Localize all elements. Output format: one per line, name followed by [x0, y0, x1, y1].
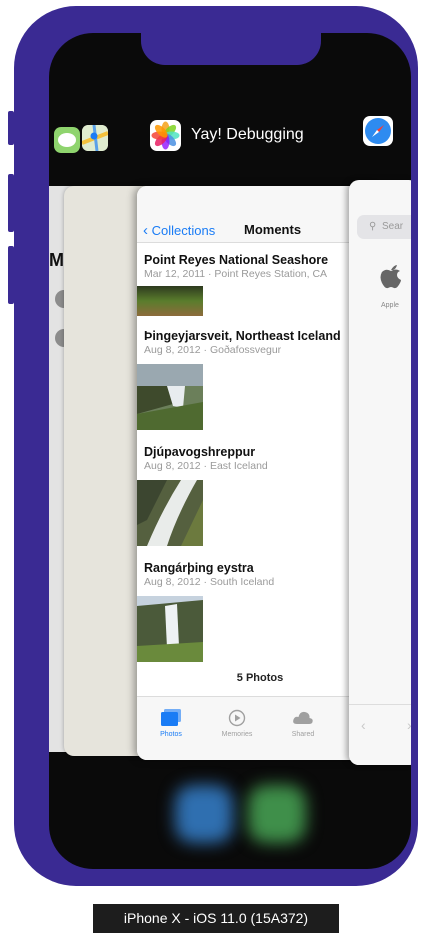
list-item[interactable]: Djúpavogshreppur Aug 8, 2012 · East Icel… [144, 445, 376, 472]
shared-cloud-icon [292, 709, 314, 727]
device-caption: iPhone X - iOS 11.0 (15A372) [93, 904, 339, 933]
safari-app-icon[interactable] [363, 116, 393, 146]
photo-thumbnail[interactable] [137, 286, 203, 316]
tab-shared[interactable]: Shared [273, 709, 333, 738]
maps-app-icon[interactable] [81, 124, 109, 152]
favorite-label: Apple [381, 302, 399, 309]
photos-tab-icon [160, 709, 182, 727]
search-placeholder: Sear [382, 221, 404, 232]
moment-subtitle: Aug 8, 2012 · East Iceland [144, 460, 268, 472]
chevron-left-icon: ‹ [143, 222, 148, 239]
collections-back-button[interactable]: ‹ Collections [143, 222, 215, 239]
partial-title: M [49, 250, 64, 270]
apple-favorite-icon[interactable] [379, 262, 403, 295]
moment-subtitle: Mar 12, 2011 · Point Reyes Station, CA [144, 268, 328, 280]
list-item[interactable]: Point Reyes National Seashore Mar 12, 20… [144, 253, 376, 280]
back-icon[interactable]: ‹ [361, 717, 366, 733]
photos-app-icon[interactable] [150, 120, 181, 151]
tab-bar: Photos Memories Shared [137, 696, 383, 760]
list-item[interactable]: Rangárþing eystra Aug 8, 2012 · South Ic… [144, 561, 376, 588]
photos-app-card[interactable]: ‹ Collections Moments Point Reyes Nation… [137, 186, 383, 760]
volume-up-button [8, 174, 14, 232]
tab-label: Memories [221, 731, 253, 738]
photo-thumbnail[interactable] [137, 596, 203, 662]
moment-title: Rangárþing eystra [144, 561, 254, 575]
active-app-name: Yay! Debugging [191, 126, 304, 143]
silent-switch [8, 111, 14, 145]
tab-label: Shared [291, 731, 315, 738]
dock-app-icon [248, 785, 306, 843]
moment-subtitle: Aug 8, 2012 · South Iceland [144, 576, 275, 588]
memories-tab-icon [226, 709, 248, 727]
photos-nav-bar: ‹ Collections Moments [137, 186, 383, 243]
moment-title: Þingeyjarsveit, Northeast Iceland [144, 329, 341, 343]
volume-down-button [8, 246, 14, 304]
tab-label: Photos [160, 731, 182, 738]
search-input[interactable]: ⚲ Sear [357, 215, 411, 239]
moment-title: Djúpavogshreppur [144, 445, 256, 459]
photo-thumbnail[interactable] [137, 480, 203, 546]
dock-app-icon [175, 785, 233, 843]
tab-memories[interactable]: Memories [207, 709, 267, 738]
iphone-frame: Yay! Debugging M ‹ Collections Moments P… [8, 6, 418, 886]
notch [141, 33, 321, 65]
tab-photos[interactable]: Photos [141, 709, 201, 738]
list-item[interactable]: Þingeyjarsveit, Northeast Iceland Aug 8,… [144, 329, 376, 356]
search-icon: ⚲ [369, 221, 377, 232]
photo-thumbnail[interactable] [137, 364, 203, 430]
app-switcher-screen: Yay! Debugging M ‹ Collections Moments P… [49, 33, 411, 869]
forward-icon[interactable]: › [407, 717, 411, 733]
photo-count: 5 Photos [236, 672, 284, 684]
safari-toolbar: ‹ › [349, 704, 411, 765]
back-label: Collections [151, 223, 216, 238]
page-title: Moments [244, 222, 302, 237]
safari-app-card[interactable]: ⚲ Sear Apple ‹ › [349, 180, 411, 765]
moment-subtitle: Aug 8, 2012 · Goðafossvegur [144, 344, 282, 356]
moment-title: Point Reyes National Seashore [144, 253, 329, 267]
messages-app-icon[interactable] [54, 127, 80, 153]
